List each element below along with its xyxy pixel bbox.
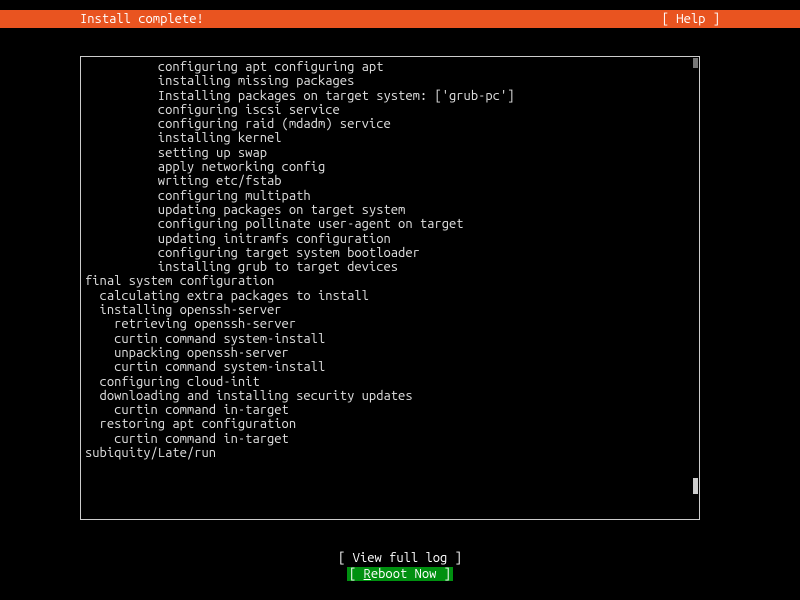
reboot-bracket-open: [	[349, 567, 364, 581]
reboot-label-rest: eboot Now ]	[371, 567, 451, 581]
header-bar: Install complete! [ Help ]	[0, 10, 800, 28]
page-title: Install complete!	[10, 12, 204, 26]
log-scrollbar[interactable]	[693, 58, 698, 518]
reboot-hotkey: R	[364, 567, 371, 581]
view-full-log-button[interactable]: [ View full log ]	[338, 551, 462, 565]
help-button[interactable]: [ Help ]	[662, 12, 790, 26]
reboot-now-button[interactable]: [ Reboot Now ]	[347, 567, 453, 581]
scroll-thumb[interactable]	[693, 478, 698, 494]
action-buttons: [ View full log ] [ Reboot Now ]	[0, 550, 800, 582]
install-log: configuring apt configuring apt installi…	[80, 56, 700, 520]
scroll-up-indicator	[693, 58, 698, 68]
